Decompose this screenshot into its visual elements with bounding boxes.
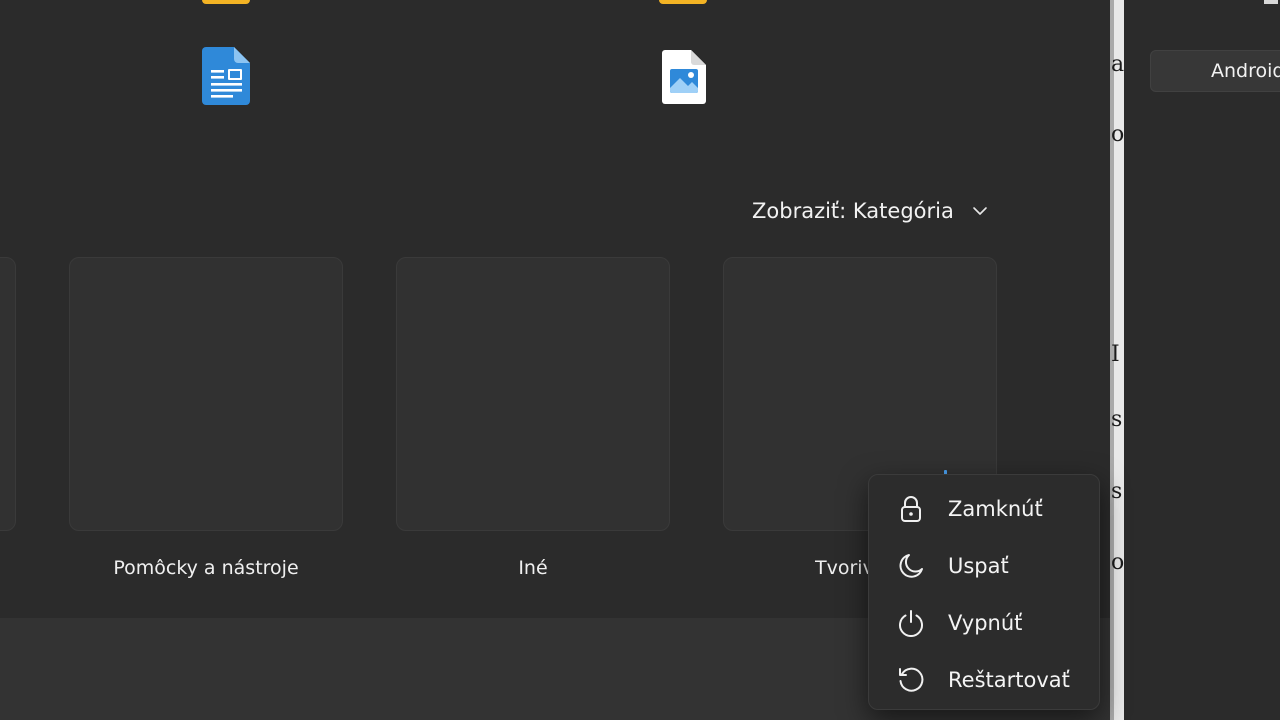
restart-icon: [899, 667, 924, 692]
desktop-screen: Zobraziť: Kategória Pomôcky a nástroje I…: [0, 0, 1280, 720]
category-label-other: Iné: [518, 557, 548, 579]
category-tile-partial[interactable]: [0, 257, 16, 531]
recommended-file-document[interactable]: [202, 47, 250, 109]
category-tile-other[interactable]: [396, 257, 670, 531]
category-label-utilities: Pomôcky a nástroje: [113, 557, 299, 579]
power-menu-label: Vypnúť: [948, 611, 1023, 635]
folder-icon[interactable]: [659, 0, 707, 4]
view-category-dropdown[interactable]: Zobraziť: Kategória: [752, 196, 988, 226]
android-button[interactable]: Android: [1150, 50, 1280, 92]
power-menu-item-shutdown[interactable]: Vypnúť: [877, 597, 1091, 649]
power-menu-item-lock[interactable]: Zamknúť: [877, 483, 1091, 535]
power-menu-label: Zamknúť: [948, 497, 1043, 521]
category-label-creativity: Tvorivosť: [815, 557, 875, 579]
folder-icon[interactable]: [202, 0, 250, 4]
power-menu-item-restart[interactable]: Reštartovať: [877, 654, 1091, 706]
recommended-file-image[interactable]: [662, 50, 706, 108]
document-icon: [202, 47, 250, 105]
power-menu-item-sleep[interactable]: Uspať: [877, 540, 1091, 592]
background-window-edge: a o I s s o: [1110, 0, 1124, 720]
sleep-icon: [899, 554, 923, 578]
image-file-icon: [662, 50, 706, 104]
android-button-label: Android: [1211, 60, 1280, 82]
lock-icon: [901, 496, 921, 522]
view-toggle-label: Zobraziť: Kategória: [752, 199, 954, 223]
power-icon: [899, 610, 923, 637]
power-menu: Zamknúť Uspať Vypnúť Reštartovať: [868, 474, 1100, 710]
power-menu-label: Reštartovať: [948, 668, 1070, 692]
chevron-down-icon: [973, 207, 987, 215]
right-panel: [1124, 0, 1280, 720]
right-panel-edge: [1264, 0, 1278, 4]
power-menu-label: Uspať: [948, 554, 1009, 578]
category-tile-utilities[interactable]: [69, 257, 343, 531]
